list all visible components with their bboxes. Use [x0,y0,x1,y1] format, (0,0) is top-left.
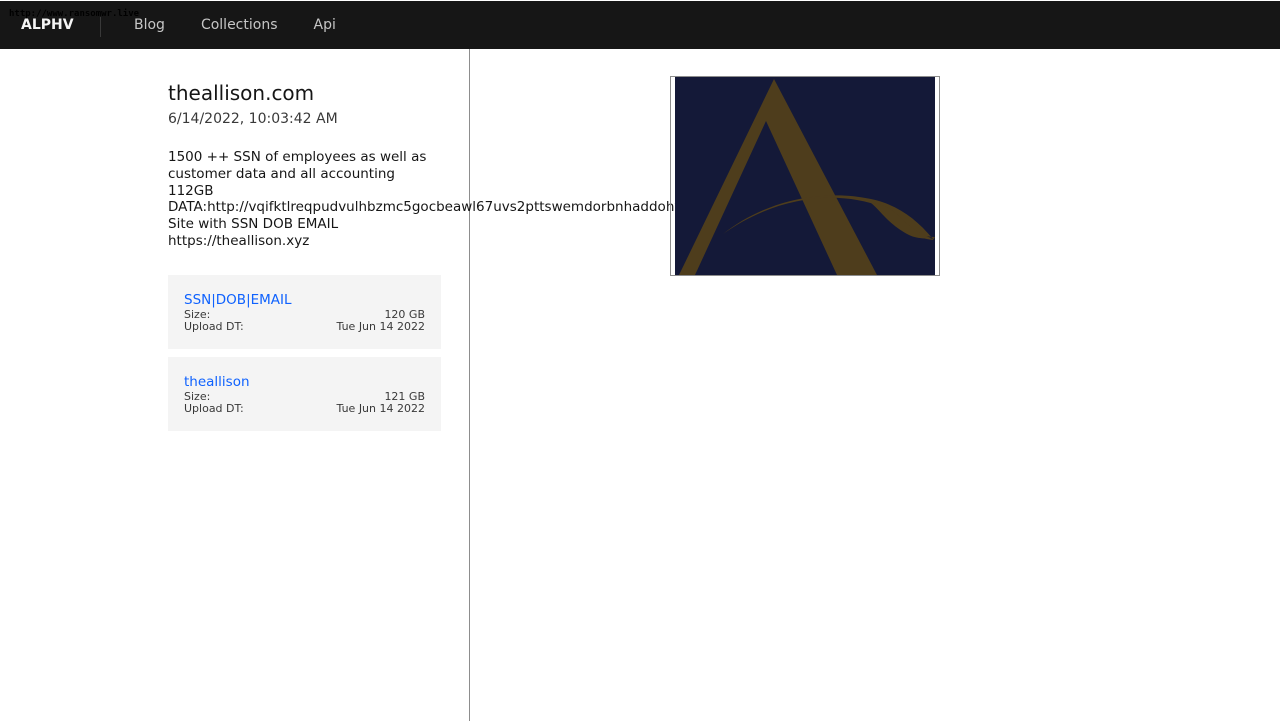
description-line: Site with SSN DOB EMAIL [168,216,339,233]
upload-value: Tue Jun 14 2022 [336,320,425,333]
post-timestamp: 6/14/2022, 10:03:42 AM [168,111,338,127]
upload-label: Upload DT: [184,320,244,333]
upload-value: Tue Jun 14 2022 [336,402,425,415]
top-navigation-bar: ALPHV Blog Collections Api [0,1,1280,49]
url-overlay-text: http://www.ransomwr.live [9,9,140,19]
nav-item-collections[interactable]: Collections [185,1,294,49]
file-card: SSN|DOB|EMAIL Size: 120 GB Upload DT: Tu… [168,275,441,349]
post-detail-pane: theallison.com 6/14/2022, 10:03:42 AM 15… [0,49,738,721]
nav-item-api[interactable]: Api [298,1,352,49]
file-card: theallison Size: 121 GB Upload DT: Tue J… [168,357,441,431]
company-logo-image [670,76,940,276]
allison-a-logo-icon [675,77,935,275]
page-title: theallison.com [168,81,315,105]
post-description: 1500 ++ SSN of employees as well as cust… [168,149,738,250]
description-line: DATA:http://vqifktlreqpudvulhbzmc5gocbea… [168,199,738,216]
description-line: https://theallison.xyz [168,232,310,249]
upload-label: Upload DT: [184,402,244,415]
file-upload-row: Upload DT: Tue Jun 14 2022 [184,321,425,333]
description-line: 112GB [168,182,214,199]
file-link[interactable]: SSN|DOB|EMAIL [184,291,425,309]
file-upload-row: Upload DT: Tue Jun 14 2022 [184,403,425,415]
description-line: 1500 ++ SSN of employees as well as cust… [168,149,427,182]
file-link[interactable]: theallison [184,373,425,391]
